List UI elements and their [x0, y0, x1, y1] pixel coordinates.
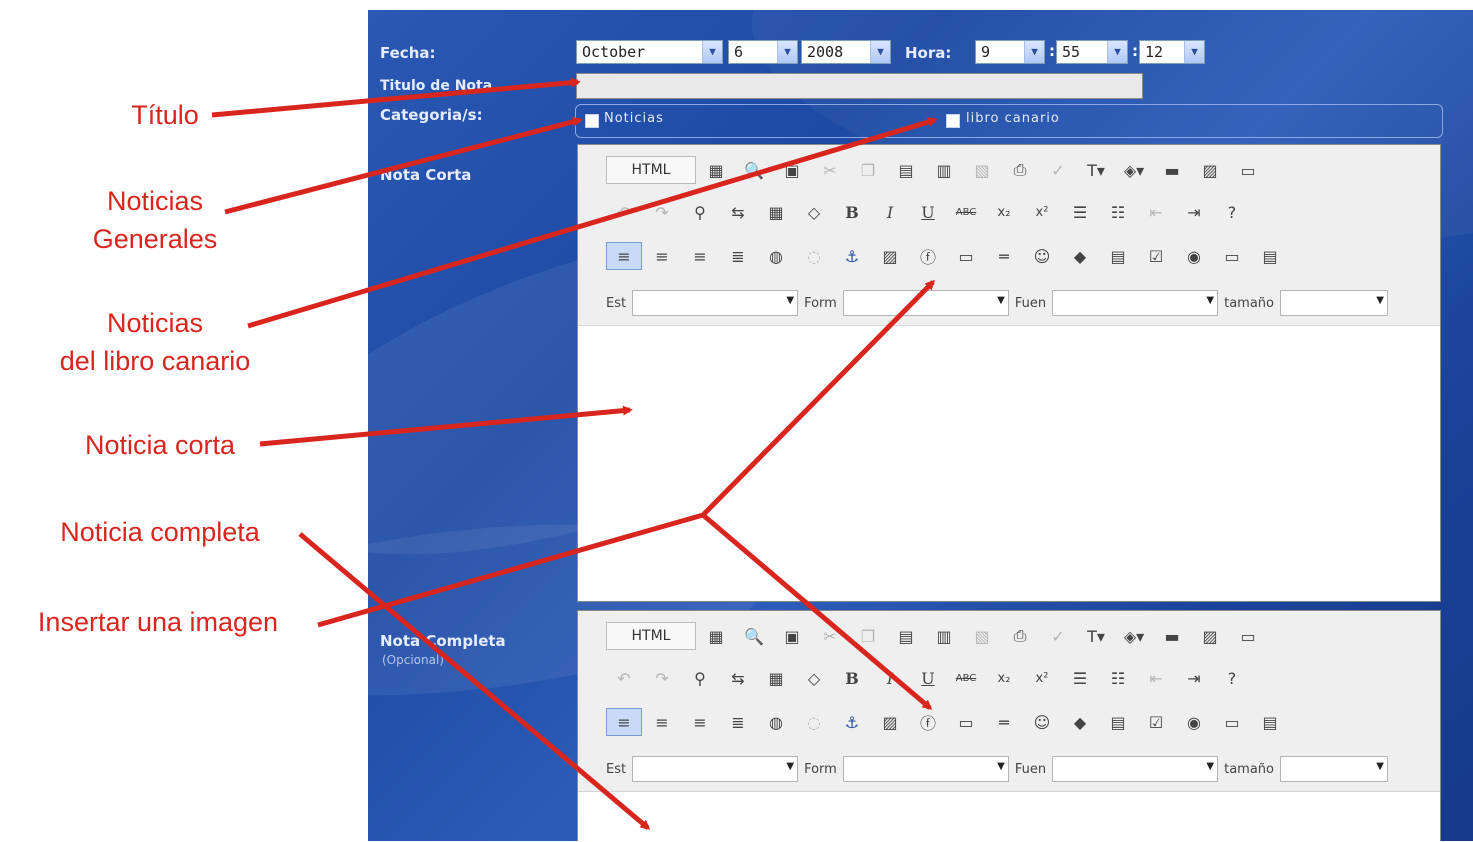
arrow-noticia-corta	[259, 405, 633, 447]
arrow-noticias-generales	[224, 116, 583, 215]
annotation-arrows	[211, 77, 938, 830]
arrow-insertar-imagen-bottom	[701, 513, 933, 710]
arrow-noticias-libro	[247, 117, 938, 329]
arrow-insertar-imagen-top	[701, 279, 936, 517]
arrow-insertar-imagen	[317, 512, 704, 628]
arrow-titulo	[211, 77, 581, 118]
